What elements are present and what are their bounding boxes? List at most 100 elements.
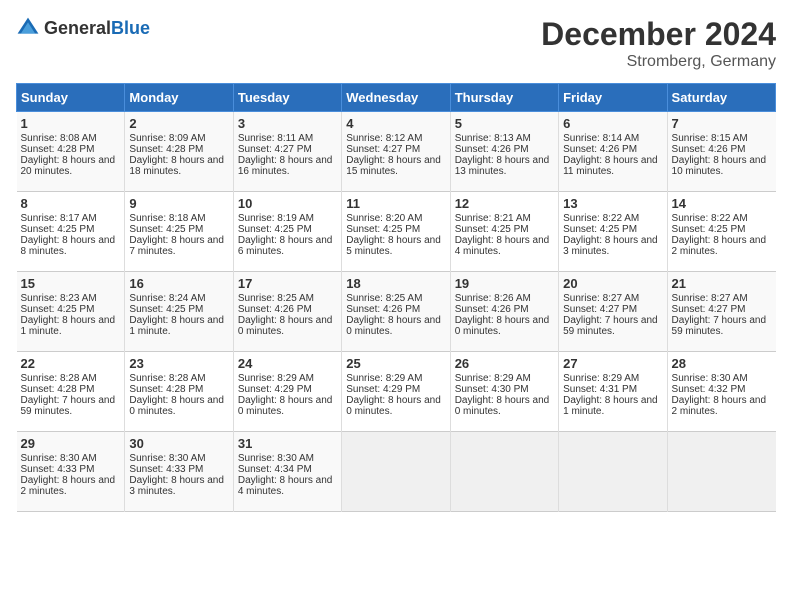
- sunset-label: Sunset: 4:25 PM: [21, 304, 95, 315]
- sunrise-label: Sunrise: 8:22 AM: [672, 213, 748, 224]
- sunset-label: Sunset: 4:25 PM: [129, 224, 203, 235]
- daylight-label: Daylight: 8 hours and 0 minutes.: [455, 315, 550, 337]
- table-cell: 12Sunrise: 8:21 AMSunset: 4:25 PMDayligh…: [450, 192, 558, 272]
- sunrise-label: Sunrise: 8:17 AM: [21, 213, 97, 224]
- table-cell: 7Sunrise: 8:15 AMSunset: 4:26 PMDaylight…: [667, 112, 775, 192]
- calendar-table: Sunday Monday Tuesday Wednesday Thursday…: [16, 83, 776, 512]
- day-number: 27: [563, 356, 662, 371]
- sunset-label: Sunset: 4:25 PM: [455, 224, 529, 235]
- daylight-label: Daylight: 8 hours and 15 minutes.: [346, 155, 441, 177]
- daylight-label: Daylight: 8 hours and 1 minute.: [563, 395, 658, 417]
- day-number: 24: [238, 356, 337, 371]
- calendar-row: 22Sunrise: 8:28 AMSunset: 4:28 PMDayligh…: [17, 352, 776, 432]
- day-number: 19: [455, 276, 554, 291]
- table-cell: 21Sunrise: 8:27 AMSunset: 4:27 PMDayligh…: [667, 272, 775, 352]
- daylight-label: Daylight: 8 hours and 1 minute.: [21, 315, 116, 337]
- page-header: GeneralBlue December 2024 Stromberg, Ger…: [16, 16, 776, 71]
- sunrise-label: Sunrise: 8:15 AM: [672, 133, 748, 144]
- daylight-label: Daylight: 8 hours and 0 minutes.: [238, 315, 333, 337]
- table-cell: 11Sunrise: 8:20 AMSunset: 4:25 PMDayligh…: [342, 192, 450, 272]
- daylight-label: Daylight: 8 hours and 18 minutes.: [129, 155, 224, 177]
- sunset-label: Sunset: 4:33 PM: [129, 464, 203, 475]
- table-cell: 22 Sunrise: 8:28 AMSunset: 4:28 PMDayligh…: [17, 352, 125, 432]
- day-number: 22: [21, 356, 121, 371]
- table-cell: 5Sunrise: 8:13 AMSunset: 4:26 PMDaylight…: [450, 112, 558, 192]
- table-cell: 29Sunrise: 8:30 AMSunset: 4:33 PMDayligh…: [17, 432, 125, 512]
- day-number: 10: [238, 196, 337, 211]
- col-sunday: Sunday: [17, 84, 125, 112]
- day-number: 6: [563, 116, 662, 131]
- sunrise-label: Sunrise: 8:09 AM: [129, 133, 205, 144]
- sunrise-label: Sunrise: 8:27 AM: [563, 293, 639, 304]
- sunset-label: Sunset: 4:32 PM: [672, 384, 746, 395]
- daylight-label: Daylight: 8 hours and 8 minutes.: [21, 235, 116, 257]
- table-cell: 23Sunrise: 8:28 AMSunset: 4:28 PMDayligh…: [125, 352, 233, 432]
- sunrise-label: Sunrise: 8:08 AM: [21, 133, 97, 144]
- sunset-label: Sunset: 4:26 PM: [672, 144, 746, 155]
- sunrise-label: Sunrise: 8:13 AM: [455, 133, 531, 144]
- sunrise-label: Sunrise: 8:21 AM: [455, 213, 531, 224]
- title-block: December 2024 Stromberg, Germany: [541, 16, 776, 71]
- sunset-label: Sunset: 4:29 PM: [346, 384, 420, 395]
- sunset-label: Sunset: 4:30 PM: [455, 384, 529, 395]
- sunrise-label: Sunrise: 8:22 AM: [563, 213, 639, 224]
- daylight-label: Daylight: 8 hours and 6 minutes.: [238, 235, 333, 257]
- daylight-label: Daylight: 8 hours and 0 minutes.: [346, 395, 441, 417]
- header-row: Sunday Monday Tuesday Wednesday Thursday…: [17, 84, 776, 112]
- table-cell: 4Sunrise: 8:12 AMSunset: 4:27 PMDaylight…: [342, 112, 450, 192]
- daylight-label: Daylight: 8 hours and 2 minutes.: [21, 475, 116, 497]
- table-cell: [342, 432, 450, 512]
- day-number: 28: [672, 356, 772, 371]
- daylight-label: Daylight: 8 hours and 4 minutes.: [455, 235, 550, 257]
- logo-text: GeneralBlue: [44, 18, 150, 39]
- sunrise-label: Sunrise: 8:30 AM: [129, 453, 205, 464]
- daylight-label: Daylight: 7 hours and 59 minutes.: [21, 395, 116, 417]
- sunset-label: Sunset: 4:28 PM: [21, 384, 95, 395]
- sunset-label: Sunset: 4:25 PM: [672, 224, 746, 235]
- sunrise-label: Sunrise: 8:23 AM: [21, 293, 97, 304]
- calendar-row: 29Sunrise: 8:30 AMSunset: 4:33 PMDayligh…: [17, 432, 776, 512]
- sunrise-label: Sunrise: 8:29 AM: [346, 373, 422, 384]
- table-cell: 31Sunrise: 8:30 AMSunset: 4:34 PMDayligh…: [233, 432, 341, 512]
- table-cell: 17Sunrise: 8:25 AMSunset: 4:26 PMDayligh…: [233, 272, 341, 352]
- sunrise-label: Sunrise: 8:29 AM: [238, 373, 314, 384]
- table-cell: 14Sunrise: 8:22 AMSunset: 4:25 PMDayligh…: [667, 192, 775, 272]
- day-number: 30: [129, 436, 228, 451]
- day-number: 7: [672, 116, 772, 131]
- calendar-row: 1Sunrise: 8:08 AMSunset: 4:28 PMDaylight…: [17, 112, 776, 192]
- day-number: 17: [238, 276, 337, 291]
- table-cell: 25 Sunrise: 8:29 AMSunset: 4:29 PMDayligh…: [342, 352, 450, 432]
- sunset-label: Sunset: 4:33 PM: [21, 464, 95, 475]
- daylight-label: Daylight: 8 hours and 7 minutes.: [129, 235, 224, 257]
- daylight-label: Daylight: 8 hours and 0 minutes.: [455, 395, 550, 417]
- sunrise-label: Sunrise: 8:28 AM: [21, 373, 97, 384]
- table-cell: 3Sunrise: 8:11 AMSunset: 4:27 PMDaylight…: [233, 112, 341, 192]
- table-cell: 16Sunrise: 8:24 AMSunset: 4:25 PMDayligh…: [125, 272, 233, 352]
- calendar-row: 8Sunrise: 8:17 AMSunset: 4:25 PMDaylight…: [17, 192, 776, 272]
- day-number: 14: [672, 196, 772, 211]
- sunrise-label: Sunrise: 8:12 AM: [346, 133, 422, 144]
- sunset-label: Sunset: 4:28 PM: [129, 144, 203, 155]
- table-cell: 1Sunrise: 8:08 AMSunset: 4:28 PMDaylight…: [17, 112, 125, 192]
- table-cell: 13Sunrise: 8:22 AMSunset: 4:25 PMDayligh…: [559, 192, 667, 272]
- sunset-label: Sunset: 4:28 PM: [21, 144, 95, 155]
- col-saturday: Saturday: [667, 84, 775, 112]
- day-number: 9: [129, 196, 228, 211]
- sunset-label: Sunset: 4:27 PM: [346, 144, 420, 155]
- daylight-label: Daylight: 8 hours and 3 minutes.: [563, 235, 658, 257]
- day-number: 11: [346, 196, 445, 211]
- logo: GeneralBlue: [16, 16, 150, 40]
- table-cell: 26Sunrise: 8:29 AMSunset: 4:30 PMDayligh…: [450, 352, 558, 432]
- daylight-label: Daylight: 8 hours and 16 minutes.: [238, 155, 333, 177]
- day-number: 25: [346, 356, 445, 371]
- logo-icon: [16, 16, 40, 40]
- table-cell: 8Sunrise: 8:17 AMSunset: 4:25 PMDaylight…: [17, 192, 125, 272]
- day-number: 31: [238, 436, 337, 451]
- sunrise-label: Sunrise: 8:24 AM: [129, 293, 205, 304]
- col-friday: Friday: [559, 84, 667, 112]
- day-number: 5: [455, 116, 554, 131]
- calendar-row: 15Sunrise: 8:23 AMSunset: 4:25 PMDayligh…: [17, 272, 776, 352]
- day-number: 21: [672, 276, 772, 291]
- sunset-label: Sunset: 4:25 PM: [346, 224, 420, 235]
- daylight-label: Daylight: 8 hours and 20 minutes.: [21, 155, 116, 177]
